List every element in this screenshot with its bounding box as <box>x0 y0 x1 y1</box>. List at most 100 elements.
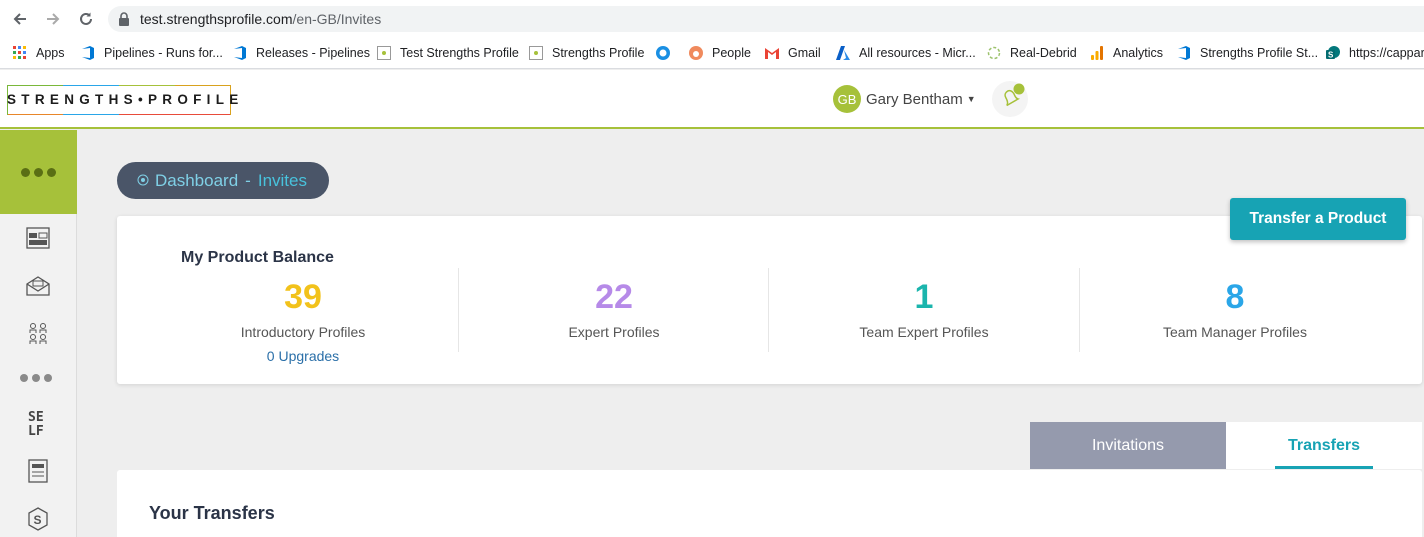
bookmark-label: Real-Debrid <box>1010 46 1077 60</box>
transfers-title: Your Transfers <box>149 503 275 523</box>
reload-button[interactable] <box>75 8 97 30</box>
gmail-icon <box>764 45 780 61</box>
breadcrumb-separator: - <box>245 170 251 190</box>
svg-text:SE: SE <box>28 410 44 425</box>
user-menu[interactable]: GB Gary Bentham ▼ <box>833 85 976 113</box>
address-bar[interactable]: test.strengthsprofile.com/en-GB/Invites <box>108 6 1424 32</box>
breadcrumb-dashboard-link[interactable]: Dashboard <box>155 171 238 191</box>
bookmark-pipelines[interactable]: Pipelines - Runs for... <box>80 43 223 63</box>
avatar: GB <box>833 85 861 113</box>
bookmark-strengths-profile-st[interactable]: Strengths Profile St... <box>1176 43 1318 63</box>
url-text: test.strengthsprofile.com/en-GB/Invites <box>140 11 381 27</box>
stat-introductory-profiles: 39 Introductory Profiles 0 Upgrades <box>213 276 393 364</box>
self-icon: SELF <box>28 410 44 438</box>
sidebar: SE LF S <box>0 130 77 537</box>
back-button[interactable] <box>9 8 31 30</box>
azure-icon <box>835 45 851 61</box>
bookmark-releases[interactable]: Releases - Pipelines <box>232 43 370 63</box>
sidebar-item-self[interactable]: SE LF <box>24 409 52 438</box>
sidebar-item-invites[interactable] <box>24 272 52 300</box>
bookmark-cappar[interactable]: S https://cappar <box>1325 43 1424 63</box>
product-balance-card: My Product Balance 39 Introductory Profi… <box>117 216 1422 384</box>
bookmark-circle[interactable] <box>655 43 679 63</box>
bookmark-people[interactable]: People <box>688 43 751 63</box>
people-icon <box>29 323 47 344</box>
bookmark-label: Test Strengths Profile <box>400 46 519 60</box>
stat-expert-profiles: 22 Expert Profiles <box>524 276 704 340</box>
bookmark-label: Releases - Pipelines <box>256 46 370 60</box>
strengths-profile-logo[interactable]: STRENGTHS•PROFILE <box>7 85 238 115</box>
bookmark-label: https://cappar <box>1349 46 1424 60</box>
azure-devops-icon <box>1176 45 1192 61</box>
stat-value: 39 <box>284 278 322 316</box>
azure-devops-icon <box>80 45 96 61</box>
sidebar-item-strengths[interactable]: S <box>24 505 52 533</box>
real-debrid-icon <box>986 45 1002 61</box>
stat-value: 22 <box>595 278 633 316</box>
svg-text:S: S <box>1328 51 1334 60</box>
transfer-product-button[interactable]: Transfer a Product <box>1230 198 1406 240</box>
svg-text:LF: LF <box>28 424 44 438</box>
stat-team-manager-profiles: 8 Team Manager Profiles <box>1145 276 1325 340</box>
stat-label: Expert Profiles <box>568 324 660 340</box>
arrow-right-icon <box>47 13 60 25</box>
bookmark-label: Gmail <box>788 46 821 60</box>
stat-value: 8 <box>1225 278 1245 316</box>
active-tab-indicator <box>1275 466 1373 469</box>
url-path: /en-GB/Invites <box>292 11 382 27</box>
url-host: test.strengthsprofile.com <box>140 11 293 27</box>
sidebar-item-people[interactable] <box>24 320 52 348</box>
stat-label: Team Expert Profiles <box>859 324 989 340</box>
bookmark-label: All resources - Micr... <box>859 46 976 60</box>
apps-grid-icon <box>12 45 28 61</box>
stat-value: 1 <box>914 278 934 316</box>
dashboard-circle-icon <box>137 171 149 191</box>
tab-invitations[interactable]: Invitations <box>1030 422 1226 469</box>
stat-team-expert-profiles: 1 Team Expert Profiles <box>834 276 1014 340</box>
azure-devops-icon <box>232 45 248 61</box>
sidebar-item-reports[interactable] <box>24 457 52 485</box>
bookmark-label: Analytics <box>1113 46 1164 60</box>
bookmark-gmail[interactable]: Gmail <box>764 43 821 63</box>
divider <box>1079 268 1080 352</box>
strengths-badge-icon: S <box>28 507 48 531</box>
browser-toolbar: test.strengthsprofile.com/en-GB/Invites <box>0 0 1424 37</box>
arrow-left-icon <box>13 13 26 25</box>
hubspot-icon <box>688 45 704 61</box>
upgrades-link[interactable]: 0 Upgrades <box>213 348 393 364</box>
reload-icon <box>80 12 92 25</box>
strengths-profile-icon <box>376 45 392 61</box>
open-envelope-icon <box>26 276 50 296</box>
svg-text:S: S <box>34 513 42 527</box>
sidebar-item-dashboard[interactable] <box>24 224 52 252</box>
report-icon <box>28 459 48 483</box>
bookmarks-bar: Apps Pipelines - Runs for... Releases - … <box>0 37 1424 69</box>
bookmark-label: Strengths Profile <box>552 46 645 60</box>
circle-logo-icon <box>655 45 671 61</box>
notifications-button[interactable] <box>992 81 1028 117</box>
balance-title: My Product Balance <box>181 249 334 266</box>
breadcrumb: Dashboard - Invites <box>117 162 329 199</box>
more-dots-icon <box>21 167 56 177</box>
forward-button[interactable] <box>42 8 64 30</box>
bookmark-all-resources[interactable]: All resources - Micr... <box>835 43 976 63</box>
bookmark-apps[interactable]: Apps <box>12 43 65 63</box>
analytics-icon <box>1089 45 1105 61</box>
sidebar-menu-button[interactable] <box>0 130 77 214</box>
bookmark-label: Strengths Profile St... <box>1200 46 1319 60</box>
bookmark-analytics[interactable]: Analytics <box>1089 43 1163 63</box>
bookmark-real-debrid[interactable]: Real-Debrid <box>986 43 1077 63</box>
bookmark-label: People <box>712 46 751 60</box>
bookmark-strengths-profile[interactable]: Strengths Profile <box>528 43 644 63</box>
bookmark-label: Pipelines - Runs for... <box>104 46 223 60</box>
bookmark-test-strengths-profile[interactable]: Test Strengths Profile <box>376 43 519 63</box>
app-header: STRENGTHS•PROFILE GB Gary Bentham ▼ <box>0 70 1424 129</box>
caret-down-icon: ▼ <box>966 94 976 104</box>
sidebar-more[interactable] <box>20 374 52 382</box>
transfers-panel: Your Transfers <box>117 470 1422 537</box>
lock-icon <box>119 12 129 26</box>
tab-transfers[interactable]: Transfers <box>1226 422 1422 469</box>
more-dots-icon <box>20 374 52 382</box>
sharepoint-icon: S <box>1325 45 1341 61</box>
divider <box>458 268 459 352</box>
